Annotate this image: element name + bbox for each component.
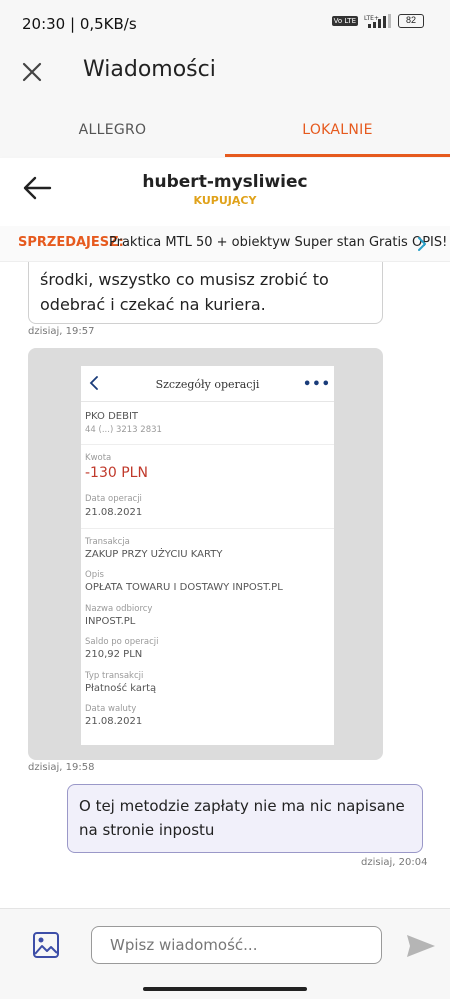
receipt-amount: -130 PLN bbox=[85, 465, 148, 481]
offer-bar[interactable]: SPRZEDAJESZ: Praktica MTL 50 + obiektyw … bbox=[0, 226, 450, 262]
receipt-title: Szczegóły operacji bbox=[155, 378, 260, 391]
status-time: 20:30 | 0,5KB/s bbox=[22, 15, 137, 33]
receipt-screenshot: Szczegóły operacji ••• PKO DEBIT 44 (...… bbox=[81, 366, 334, 745]
svg-text:LTE+: LTE+ bbox=[364, 15, 379, 22]
image-icon[interactable] bbox=[32, 931, 60, 959]
outgoing-message: O tej metodzie zapłaty nie ma nic napisa… bbox=[67, 784, 423, 853]
close-icon[interactable] bbox=[20, 60, 44, 84]
send-icon[interactable] bbox=[406, 933, 436, 959]
message-list[interactable]: środki, wszystko co musisz zrobić to ode… bbox=[0, 262, 450, 908]
message-time: dzisiaj, 19:58 bbox=[28, 762, 95, 773]
tab-allegro[interactable]: ALLEGRO bbox=[0, 106, 225, 158]
tab-lokalnie[interactable]: LOKALNIE bbox=[225, 106, 450, 158]
status-bar: 20:30 | 0,5KB/s Vo LTE LTE+ 82 bbox=[0, 0, 450, 48]
receipt-transaction-label: Transakcja bbox=[85, 537, 130, 547]
message-time: dzisiaj, 19:57 bbox=[28, 326, 95, 337]
chevron-right-icon[interactable] bbox=[416, 236, 428, 252]
divider bbox=[81, 444, 334, 445]
page-title: Wiadomości bbox=[83, 57, 216, 82]
message-composer bbox=[0, 908, 450, 980]
system-nav-bar bbox=[0, 980, 450, 999]
tab-bar: ALLEGRO LOKALNIE bbox=[0, 106, 450, 158]
chat-header: hubert-mysliwiec KUPUJĄCY bbox=[0, 158, 450, 226]
chat-user-name: hubert-mysliwiec bbox=[142, 172, 308, 192]
receipt-op-date-label: Data operacji bbox=[85, 494, 142, 504]
home-indicator[interactable] bbox=[143, 987, 307, 991]
incoming-message: środki, wszystko co musisz zrobić to ode… bbox=[28, 262, 383, 324]
message-text: O tej metodzie zapłaty nie ma nic napisa… bbox=[79, 797, 405, 839]
receipt-description-label: Opis bbox=[85, 570, 104, 580]
receipt-type: Płatność kartą bbox=[85, 683, 157, 694]
chat-user-role: KUPUJĄCY bbox=[193, 194, 257, 207]
volte-icon: Vo LTE bbox=[331, 16, 358, 26]
receipt-transaction: ZAKUP PRZY UŻYCIU KARTY bbox=[85, 549, 223, 560]
receipt-recipient-label: Nazwa odbiorcy bbox=[85, 604, 153, 614]
message-input[interactable] bbox=[91, 926, 382, 964]
signal-icon: LTE+ bbox=[364, 14, 391, 28]
offer-title: Praktica MTL 50 + obiektyw Super stan Gr… bbox=[109, 235, 448, 250]
receipt-type-label: Typ transakcji bbox=[85, 671, 144, 681]
app-bar: Wiadomości bbox=[0, 48, 450, 98]
receipt-amount-label: Kwota bbox=[85, 453, 112, 463]
divider bbox=[81, 528, 334, 529]
active-tab-indicator bbox=[225, 154, 450, 157]
message-time: dzisiaj, 20:04 bbox=[361, 857, 428, 868]
receipt-value-date-label: Data waluty bbox=[85, 704, 137, 714]
top-area: 20:30 | 0,5KB/s Vo LTE LTE+ 82 Wiadomośc… bbox=[0, 0, 450, 158]
receipt-account-number: 44 (...) 3213 2831 bbox=[85, 425, 162, 435]
receipt-recipient: INPOST.PL bbox=[85, 616, 136, 627]
image-message[interactable]: Szczegóły operacji ••• PKO DEBIT 44 (...… bbox=[28, 348, 383, 760]
battery-icon: 82 bbox=[398, 14, 424, 28]
receipt-value-date: 21.08.2021 bbox=[85, 716, 143, 727]
receipt-balance: 210,92 PLN bbox=[85, 649, 143, 660]
receipt-description: OPŁATA TOWARU I DOSTAWY INPOST.PL bbox=[85, 582, 283, 593]
status-icons: Vo LTE LTE+ 82 bbox=[331, 14, 424, 28]
receipt-balance-label: Saldo po operacji bbox=[85, 637, 159, 647]
receipt-op-date: 21.08.2021 bbox=[85, 507, 143, 518]
receipt-header: Szczegóły operacji ••• bbox=[81, 366, 334, 402]
offer-prefix: SPRZEDAJESZ: bbox=[18, 235, 124, 250]
receipt-account-name: PKO DEBIT bbox=[85, 411, 139, 422]
more-icon: ••• bbox=[303, 377, 331, 392]
message-text: środki, wszystko co musisz zrobić to ode… bbox=[40, 270, 329, 314]
